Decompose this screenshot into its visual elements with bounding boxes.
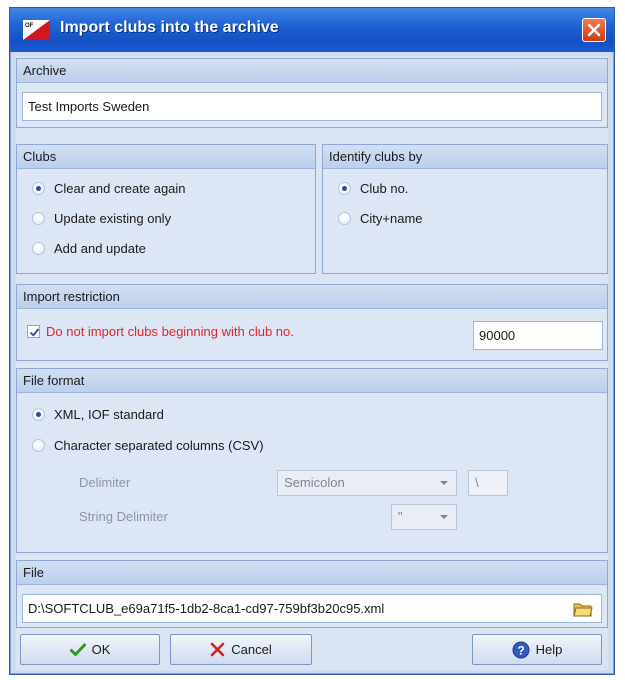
help-label: Help xyxy=(535,642,563,657)
chevron-down-icon xyxy=(440,515,448,519)
identify-option-city-name[interactable]: City+name xyxy=(338,208,588,230)
identify-option-club-no[interactable]: Club no. xyxy=(338,178,588,200)
checkbox-checked-icon xyxy=(27,325,40,338)
restriction-label: Do not import clubs beginning with club … xyxy=(46,324,294,339)
dialog-body: Archive Test Imports Sweden Clubs Clear … xyxy=(16,56,608,670)
import-restriction-header: Import restriction xyxy=(17,285,607,309)
archive-group: Archive Test Imports Sweden xyxy=(16,58,608,128)
import-clubs-dialog: OF Import clubs into the archive Archive… xyxy=(9,7,615,675)
radio-icon xyxy=(338,212,351,225)
ok-label: OK xyxy=(91,642,111,657)
radio-icon xyxy=(32,212,45,225)
chevron-down-icon xyxy=(440,481,448,485)
close-icon xyxy=(587,23,601,37)
clubs-header: Clubs xyxy=(17,145,315,169)
folder-open-icon[interactable] xyxy=(573,600,593,618)
help-icon: ? xyxy=(512,641,530,658)
file-path-field[interactable]: D:\SOFTCLUB_e69a71f5-1db2-8ca1-cd97-759b… xyxy=(22,594,602,623)
restriction-checkbox[interactable]: Do not import clubs beginning with club … xyxy=(27,321,447,343)
radio-icon xyxy=(32,242,45,255)
string-delimiter-label: String Delimiter xyxy=(79,509,168,524)
title-bar[interactable]: OF Import clubs into the archive xyxy=(10,8,614,52)
clubs-option-clear[interactable]: Clear and create again xyxy=(32,178,292,200)
radio-icon xyxy=(32,439,45,452)
file-header: File xyxy=(17,561,607,585)
archive-header: Archive xyxy=(17,59,607,83)
ok-button[interactable]: OK xyxy=(20,634,160,665)
clubs-option-update[interactable]: Update existing only xyxy=(32,208,292,230)
delimiter-label: Delimiter xyxy=(79,475,131,490)
cancel-button[interactable]: Cancel xyxy=(170,634,312,665)
radio-selected-icon xyxy=(338,182,351,195)
string-delimiter-select[interactable]: " xyxy=(391,504,457,530)
radio-selected-icon xyxy=(32,408,45,421)
radio-selected-icon xyxy=(32,182,45,195)
custom-delimiter-field[interactable]: \ xyxy=(468,470,508,496)
app-logo-icon: OF xyxy=(23,20,50,40)
svg-text:?: ? xyxy=(517,643,524,657)
help-button[interactable]: ? Help xyxy=(472,634,602,665)
close-button[interactable] xyxy=(582,18,606,42)
file-format-group: File format XML, IOF standard Character … xyxy=(16,368,608,553)
file-group: File D:\SOFTCLUB_e69a71f5-1db2-8ca1-cd97… xyxy=(16,560,608,628)
file-format-header: File format xyxy=(17,369,607,393)
cancel-label: Cancel xyxy=(231,642,272,657)
identify-header: Identify clubs by xyxy=(323,145,607,169)
clubs-option-add-update[interactable]: Add and update xyxy=(32,238,292,260)
file-path-text: D:\SOFTCLUB_e69a71f5-1db2-8ca1-cd97-759b… xyxy=(28,601,385,616)
cancel-x-icon xyxy=(210,642,225,657)
format-option-csv[interactable]: Character separated columns (CSV) xyxy=(32,435,372,457)
delimiter-select[interactable]: Semicolon xyxy=(277,470,457,496)
archive-name-field[interactable]: Test Imports Sweden xyxy=(22,92,602,121)
window-title: Import clubs into the archive xyxy=(60,19,279,36)
import-restriction-group: Import restriction Do not import clubs b… xyxy=(16,284,608,361)
restriction-club-no-field[interactable]: 90000 xyxy=(473,321,603,350)
svg-text:OF: OF xyxy=(25,23,34,29)
identify-group: Identify clubs by Club no. City+name xyxy=(322,144,608,274)
checkmark-icon xyxy=(69,643,86,656)
clubs-group: Clubs Clear and create again Update exis… xyxy=(16,144,316,274)
format-option-xml[interactable]: XML, IOF standard xyxy=(32,404,332,426)
